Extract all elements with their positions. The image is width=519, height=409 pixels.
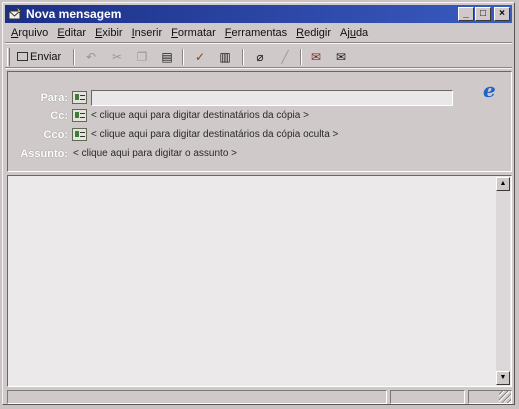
window-title: Nova mensagem: [26, 7, 122, 21]
status-bar: [7, 390, 512, 404]
toolbar-separator: [182, 49, 184, 65]
cc-row: Cc: < clique aqui para digitar destinatá…: [8, 108, 511, 125]
status-panel-main: [7, 390, 387, 404]
cc-input[interactable]: < clique aqui para digitar destinatários…: [91, 110, 309, 121]
title-bar[interactable]: Nova mensagem _ □ ×: [5, 5, 512, 23]
undo-icon[interactable]: ↶: [83, 49, 99, 65]
address-book-icon[interactable]: ▥: [217, 49, 233, 65]
card-icon[interactable]: ✉: [308, 49, 324, 65]
vertical-scrollbar[interactable]: ▲ ▼: [496, 177, 510, 385]
menu-editar[interactable]: Editar: [53, 25, 91, 39]
menu-ferramentas[interactable]: Ferramentas: [221, 25, 292, 39]
menu-formatar[interactable]: Formatar: [167, 25, 221, 39]
to-row: Para:: [8, 90, 511, 107]
address-card-icon[interactable]: [72, 109, 87, 122]
scroll-up-button[interactable]: ▲: [496, 177, 510, 191]
menu-inserir[interactable]: Inserir: [128, 25, 168, 39]
message-window: Nova mensagem _ □ × Arquivo Editar Exibi…: [2, 2, 515, 405]
subject-label: Assunto:: [20, 148, 68, 160]
address-card-icon[interactable]: [72, 128, 87, 141]
bcc-input[interactable]: < clique aqui para digitar destinatários…: [91, 129, 338, 140]
attach-icon[interactable]: ⌀: [252, 49, 268, 65]
message-header: Para: Cc: < clique aqui para digitar des…: [7, 71, 512, 172]
subject-input[interactable]: < clique aqui para digitar o assunto >: [73, 148, 237, 159]
copy-icon[interactable]: ❐: [134, 49, 150, 65]
bcc-label: Cco:: [43, 129, 68, 141]
menu-bar: Arquivo Editar Exibir Inserir Formatar F…: [7, 25, 510, 42]
to-label: Para:: [40, 92, 68, 104]
menu-exibir[interactable]: Exibir: [91, 25, 128, 39]
toolbar-grip[interactable]: [7, 48, 10, 66]
scroll-down-button[interactable]: ▼: [496, 371, 510, 385]
send-icon: [17, 52, 28, 61]
new-message-icon: [8, 7, 22, 20]
mail-icon[interactable]: ✉: [333, 49, 349, 65]
toolbar-separator: [242, 49, 244, 65]
toolbar-separator: [73, 49, 75, 65]
paste-icon[interactable]: ▤: [159, 49, 175, 65]
menu-separator: [5, 42, 512, 44]
bcc-row: Cco: < clique aqui para digitar destinat…: [8, 127, 511, 144]
message-body-text[interactable]: [12, 180, 491, 382]
minimize-button[interactable]: _: [458, 7, 474, 21]
cc-label: Cc:: [50, 110, 68, 122]
cut-icon[interactable]: ✂: [109, 49, 125, 65]
check-names-icon[interactable]: ✓: [192, 49, 208, 65]
resize-grip[interactable]: [499, 391, 511, 403]
address-card-icon[interactable]: [72, 91, 87, 104]
maximize-button[interactable]: □: [475, 7, 491, 21]
toolbar-separator-line: [5, 67, 512, 69]
send-button[interactable]: Enviar: [13, 48, 65, 66]
subject-row: Assunto: < clique aqui para digitar o as…: [8, 146, 511, 163]
toolbar: Enviar ↶ ✂ ❐ ▤ ✓ ▥ ⌀ ╱ ✉ ✉: [7, 46, 510, 68]
to-input[interactable]: [91, 90, 453, 106]
menu-arquivo[interactable]: Arquivo: [7, 25, 53, 39]
menu-redigir[interactable]: Redigir: [292, 25, 336, 39]
toolbar-separator: [300, 49, 302, 65]
close-button[interactable]: ×: [494, 7, 510, 21]
menu-ajuda[interactable]: Ajuda: [336, 25, 373, 39]
message-body[interactable]: ▲ ▼: [7, 175, 512, 387]
ie-logo-icon: e: [483, 78, 496, 102]
status-panel: [390, 390, 465, 404]
signature-icon[interactable]: ╱: [277, 49, 293, 65]
